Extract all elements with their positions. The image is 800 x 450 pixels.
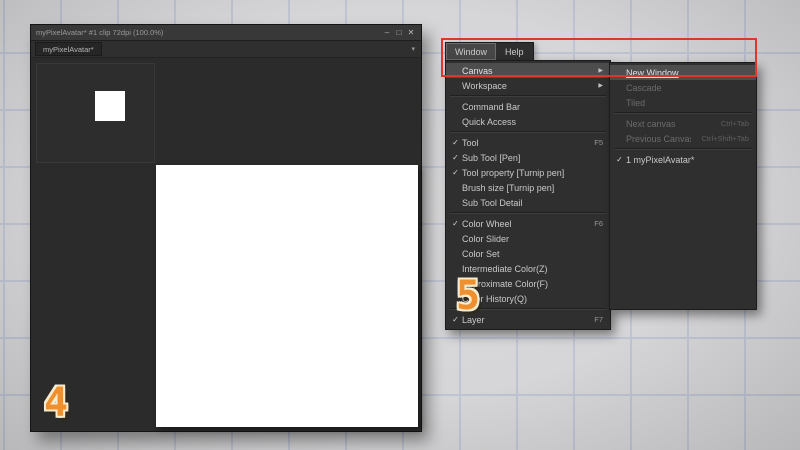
menu-item-label: Next canvas — [626, 119, 711, 129]
close-button[interactable]: ✕ — [405, 28, 417, 37]
menubar-item-help[interactable]: Help — [496, 43, 533, 60]
menu-item-label: Cascade — [626, 83, 739, 93]
step-number-badge: 4 — [44, 383, 68, 423]
menu-item-label: Workspace — [462, 81, 588, 91]
menu-item-color-slider[interactable]: Color Slider — [446, 231, 610, 246]
menu-item-label: Approximate Color(F) — [462, 279, 593, 289]
shortcut-label: F6 — [594, 219, 603, 228]
desktop-background: myPixelAvatar* #1 clip 72dpi (100.0%) – … — [0, 0, 800, 450]
menu-item-label: Tool — [462, 138, 584, 148]
menu-item-label: Canvas — [462, 66, 588, 76]
menu-item-next-canvas: Next canvas Ctrl+Tab — [610, 116, 756, 131]
checkmark-icon: ✓ — [449, 153, 462, 162]
menu-item-label: Tool property [Turnip pen] — [462, 168, 593, 178]
menu-item-label: Command Bar — [462, 102, 593, 112]
navigator-preview-thumbnail — [95, 91, 125, 121]
submenu-arrow-icon: ▶ — [598, 82, 603, 89]
menu-item-label: Sub Tool Detail — [462, 198, 593, 208]
menu-item-sub-tool-pen[interactable]: ✓Sub Tool [Pen] — [446, 150, 610, 165]
menu-item-previous-canvas: Previous Canvas Ctrl+Shift+Tab — [610, 131, 756, 146]
menu-item-tool-property-turnip-pen[interactable]: ✓Tool property [Turnip pen] — [446, 165, 610, 180]
menubar-item-window[interactable]: Window — [446, 43, 496, 60]
drawing-canvas[interactable] — [156, 165, 418, 427]
checkmark-icon: ✓ — [449, 138, 462, 147]
menu-item-new-window[interactable]: New Window — [610, 65, 756, 80]
menu-separator — [614, 112, 752, 114]
maximize-button[interactable]: □ — [393, 28, 405, 37]
menu-item-label: Color Slider — [462, 234, 593, 244]
menu-item-label: Brush size [Turnip pen] — [462, 183, 593, 193]
menu-separator — [614, 148, 752, 150]
shortcut-label: Ctrl+Shift+Tab — [701, 134, 749, 143]
shortcut-label: F5 — [594, 138, 603, 147]
submenu-arrow-icon: ▶ — [598, 67, 603, 74]
menu-item-color-set[interactable]: Color Set — [446, 246, 610, 261]
menu-item-label: Quick Access — [462, 117, 593, 127]
shortcut-label: F7 — [594, 315, 603, 324]
window-title: myPixelAvatar* #1 clip 72dpi (100.0%) — [31, 28, 163, 37]
menu-item-canvas[interactable]: Canvas ▶ — [446, 63, 610, 78]
menu-item-label: Intermediate Color(Z) — [462, 264, 593, 274]
menu-item-label: Color Set — [462, 249, 593, 259]
menu-item-label: Color Wheel — [462, 219, 584, 229]
menu-item-workspace[interactable]: Workspace ▶ — [446, 78, 610, 93]
app-window: myPixelAvatar* #1 clip 72dpi (100.0%) – … — [30, 24, 422, 432]
canvas-tabstrip: myPixelAvatar* ▾ — [31, 41, 421, 58]
menu-item-sub-tool-detail[interactable]: Sub Tool Detail — [446, 195, 610, 210]
menu-separator — [450, 212, 606, 214]
menu-item-label: Tiled — [626, 98, 739, 108]
step-number-badge: 5 — [456, 276, 480, 316]
checkmark-icon: ✓ — [449, 168, 462, 177]
window-titlebar: myPixelAvatar* #1 clip 72dpi (100.0%) – … — [31, 25, 421, 41]
menu-item-tool[interactable]: ✓Tool F5 — [446, 135, 610, 150]
menu-item-label: Previous Canvas — [626, 134, 691, 144]
canvas-tab[interactable]: myPixelAvatar* — [35, 42, 102, 56]
menu-separator — [450, 131, 606, 133]
checkmark-icon: ✓ — [449, 219, 462, 228]
minimize-button[interactable]: – — [381, 28, 393, 37]
window-controls: – □ ✕ — [381, 28, 421, 37]
menubar: WindowHelp — [445, 42, 534, 61]
menu-item-command-bar[interactable]: Command Bar — [446, 99, 610, 114]
menu-item-quick-access[interactable]: Quick Access — [446, 114, 610, 129]
menu-item-label: Sub Tool [Pen] — [462, 153, 593, 163]
menu-item-cascade: Cascade — [610, 80, 756, 95]
navigator-panel — [36, 63, 155, 163]
menu-item-brush-size-turnip-pen[interactable]: Brush size [Turnip pen] — [446, 180, 610, 195]
dropdown-chevron-icon[interactable]: ▾ — [411, 45, 421, 53]
shortcut-label: Ctrl+Tab — [721, 119, 749, 128]
menu-item-label: New Window — [626, 68, 739, 78]
menu-item-color-wheel[interactable]: ✓Color Wheel F6 — [446, 216, 610, 231]
checkmark-icon: ✓ — [613, 155, 626, 164]
menu-item-tiled: Tiled — [610, 95, 756, 110]
menu-item-label: Color History(Q) — [462, 294, 593, 304]
menu-item-1-mypixelavatar[interactable]: ✓1 myPixelAvatar* — [610, 152, 756, 167]
menu-separator — [450, 95, 606, 97]
menu-item-label: Layer — [462, 315, 584, 325]
menu-item-label: 1 myPixelAvatar* — [626, 155, 739, 165]
canvas-submenu: New Window Cascade Tiled Next canvas Ctrl+Ta… — [609, 62, 757, 310]
